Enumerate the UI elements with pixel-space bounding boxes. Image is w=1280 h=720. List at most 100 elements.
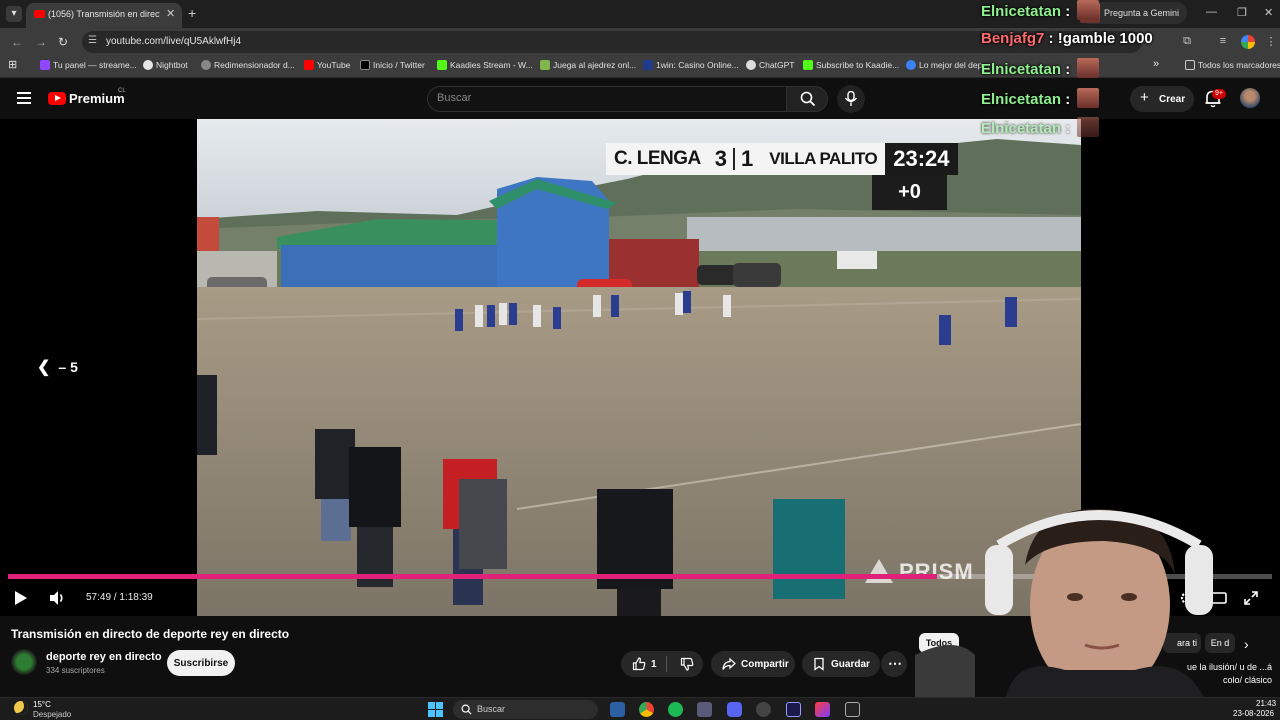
x-twitter-icon: [360, 60, 370, 70]
chrome-profile-icon[interactable]: [1241, 35, 1255, 49]
youtube-logo-icon[interactable]: [48, 92, 66, 105]
bookmark-item[interactable]: Subscribe to Kaadie...: [803, 60, 899, 70]
home-team: C. LENGA: [614, 148, 701, 169]
chess-icon: [540, 60, 550, 70]
bookmark-item[interactable]: Inicio / Twitter: [360, 60, 425, 70]
more-menu-icon[interactable]: ⋮: [1264, 35, 1278, 49]
apps-grid-icon[interactable]: ⊞: [8, 58, 17, 71]
channel-avatar[interactable]: [11, 649, 37, 675]
chevron-left-icon: ❮: [37, 359, 51, 376]
youtube-favicon-icon: [34, 10, 45, 18]
link-icon: [906, 60, 916, 70]
create-button[interactable]: + Crear: [1130, 86, 1194, 112]
save-button[interactable]: Guardar: [802, 651, 880, 677]
more-dots-icon: ⋯: [888, 655, 902, 671]
home-score: 3: [714, 146, 728, 171]
added-time: +0: [872, 175, 947, 210]
davinci-icon[interactable]: [815, 702, 830, 717]
tab-search-chevron-icon[interactable]: ▾: [6, 6, 22, 22]
globe-icon: [201, 60, 211, 70]
streamer-webcam: [915, 508, 1213, 700]
microphone-icon: [844, 91, 858, 106]
bookmark-item[interactable]: Redimensionador d...: [201, 60, 295, 70]
capcut-icon[interactable]: [845, 702, 860, 717]
share-button[interactable]: Compartir: [711, 651, 795, 677]
minimize-icon[interactable]: —: [1206, 6, 1217, 18]
plus-icon: +: [1140, 89, 1149, 106]
hamburger-menu-icon[interactable]: [17, 92, 31, 104]
chat-message: Benjafg7 : !gamble 1000: [981, 30, 1153, 47]
back-arrow-icon[interactable]: ←: [11, 35, 23, 49]
away-score: 1: [741, 146, 754, 171]
browser-tab-active[interactable]: (1056) Transmisión en directo de deporte…: [26, 3, 182, 28]
volume-icon[interactable]: [48, 589, 66, 607]
country-code: CL: [118, 88, 126, 94]
premiere-icon[interactable]: [786, 702, 801, 717]
bookmark-item[interactable]: Nightbot: [143, 60, 188, 70]
weather-temperature: 15°C: [33, 700, 51, 709]
taskbar-search[interactable]: Buscar: [453, 700, 598, 719]
channel-name[interactable]: deporte rey en directo: [46, 651, 162, 663]
youtube-icon: [304, 60, 314, 70]
bookmark-item[interactable]: YouTube: [304, 60, 350, 70]
chat-message: Elnicetatan :: [981, 117, 1100, 137]
emote-icon: [1077, 88, 1100, 108]
windows-start-icon[interactable]: [428, 702, 443, 717]
prism-logo-icon: [865, 559, 893, 583]
all-bookmarks[interactable]: Todos los marcadores: [1185, 60, 1280, 70]
subscribe-button[interactable]: Suscribirse: [167, 650, 235, 676]
spotify-icon[interactable]: [668, 702, 683, 717]
system-date: 23-08-2026: [1233, 709, 1274, 718]
site-info-icon[interactable]: ☰: [88, 35, 97, 46]
url-text: youtube.com/live/qU5AklwfHj4: [106, 36, 242, 47]
search-icon: [461, 704, 472, 715]
emote-icon: [1077, 117, 1100, 137]
match-clock: 23:24: [885, 143, 958, 175]
play-icon[interactable]: [15, 591, 27, 605]
chat-message: Elnicetatan :: [981, 88, 1100, 108]
moon-weather-icon[interactable]: [14, 701, 28, 715]
like-thumb-icon[interactable]: [632, 657, 646, 671]
away-team: VILLA PALITO: [769, 149, 878, 168]
reload-icon[interactable]: ↻: [58, 35, 68, 49]
dislike-thumb-icon[interactable]: [680, 657, 694, 671]
bookmark-item[interactable]: Kaadies Stream - W...: [437, 60, 533, 70]
obs-icon[interactable]: [756, 702, 771, 717]
forward-arrow-icon[interactable]: →: [35, 35, 47, 49]
emote-icon: [1077, 58, 1100, 78]
media-control-icon[interactable]: ≡: [1216, 35, 1230, 49]
kick-icon: [437, 60, 447, 70]
voice-search-button[interactable]: [837, 85, 865, 113]
chat-message: Elnicetatan :: [981, 0, 1100, 20]
seek-back-indicator: ❮ – 5: [37, 359, 78, 376]
twitch-icon: [40, 60, 50, 70]
bookmark-item[interactable]: Tu panel — streame...: [40, 60, 137, 70]
video-title: Transmisión en directo de deporte rey en…: [11, 627, 290, 641]
more-bookmarks-chevron-icon[interactable]: »: [1153, 58, 1159, 70]
close-tab-icon[interactable]: ✕: [166, 7, 175, 20]
maximize-icon[interactable]: ❐: [1237, 6, 1247, 19]
youtube-brand[interactable]: Premium: [69, 91, 125, 106]
bookmark-item[interactable]: 1win: Casino Online...: [643, 60, 739, 70]
app-icon[interactable]: [697, 702, 712, 717]
bookmark-item[interactable]: ChatGPT: [746, 60, 794, 70]
account-avatar[interactable]: [1240, 88, 1260, 108]
bookmark-item[interactable]: Juega al ajedrez onl...: [540, 60, 636, 70]
search-button[interactable]: [786, 86, 828, 112]
search-box[interactable]: [427, 86, 787, 112]
nightbot-icon: [143, 60, 153, 70]
chrome-icon[interactable]: [639, 702, 654, 717]
like-divider: [666, 656, 667, 672]
extensions-puzzle-icon[interactable]: ⧉: [1180, 35, 1194, 49]
search-input[interactable]: [437, 92, 767, 104]
windows-taskbar: 15°C Despejado Buscar 21:43 23-08-2026: [0, 697, 1280, 720]
new-tab-plus-icon[interactable]: +: [188, 5, 196, 21]
more-actions-button[interactable]: ⋯: [881, 651, 907, 677]
bookmark-item[interactable]: Lo mejor del dep...: [906, 60, 989, 70]
search-icon: [800, 91, 816, 107]
close-window-icon[interactable]: ✕: [1264, 6, 1273, 19]
discord-icon[interactable]: [727, 702, 742, 717]
system-time: 21:43: [1256, 699, 1277, 708]
task-view-icon[interactable]: [610, 702, 625, 717]
progress-fill: [8, 574, 938, 579]
